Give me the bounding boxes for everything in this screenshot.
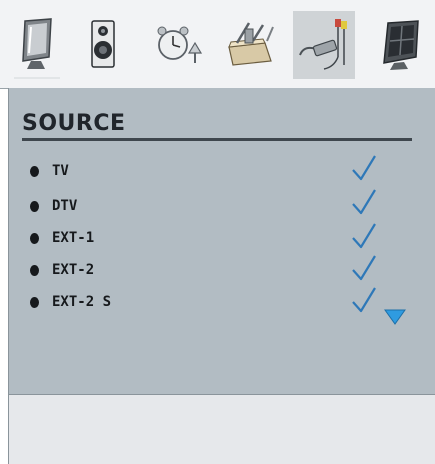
checkmark-icon[interactable] bbox=[350, 254, 378, 282]
monitor-icon bbox=[22, 18, 52, 69]
checkmark-icon[interactable] bbox=[350, 154, 378, 182]
tab-sound[interactable] bbox=[72, 11, 134, 79]
bullet-icon bbox=[30, 297, 39, 308]
tab-underline bbox=[14, 77, 60, 79]
help-footer bbox=[8, 394, 435, 464]
bullet-icon bbox=[30, 166, 39, 177]
source-item-label: EXT-2 bbox=[52, 262, 95, 278]
toolbox-icon bbox=[228, 22, 274, 66]
bullet-icon bbox=[30, 201, 39, 212]
checkmark-icon[interactable] bbox=[350, 222, 378, 250]
source-item-label: EXT-1 bbox=[52, 230, 95, 246]
source-item-label: TV bbox=[52, 163, 69, 179]
tv-osd-screen: SOURCE TV DTV EXT-1 EXT-2 EXT-2 S bbox=[0, 0, 435, 464]
tab-picture[interactable] bbox=[6, 11, 68, 79]
bullet-icon bbox=[30, 233, 39, 244]
menu-title: SOURCE bbox=[22, 111, 126, 136]
tab-setup[interactable] bbox=[220, 11, 282, 79]
speaker-icon bbox=[91, 20, 115, 68]
bullet-icon bbox=[30, 265, 39, 276]
source-item-label: DTV bbox=[52, 198, 78, 214]
checkmark-icon[interactable] bbox=[350, 188, 378, 216]
checkmark-icon[interactable] bbox=[350, 286, 378, 314]
alarm-clock-icon bbox=[157, 26, 203, 63]
scroll-down-arrow-icon[interactable] bbox=[384, 309, 406, 325]
tab-timer[interactable] bbox=[148, 11, 210, 79]
tab-source[interactable] bbox=[293, 11, 355, 79]
tab-screen[interactable] bbox=[368, 11, 430, 79]
menu-icon-bar bbox=[0, 0, 435, 89]
source-item-label: EXT-2 S bbox=[52, 294, 112, 310]
av-cable-icon bbox=[299, 19, 347, 70]
tv-screen-icon bbox=[383, 20, 419, 70]
title-divider bbox=[22, 138, 412, 141]
